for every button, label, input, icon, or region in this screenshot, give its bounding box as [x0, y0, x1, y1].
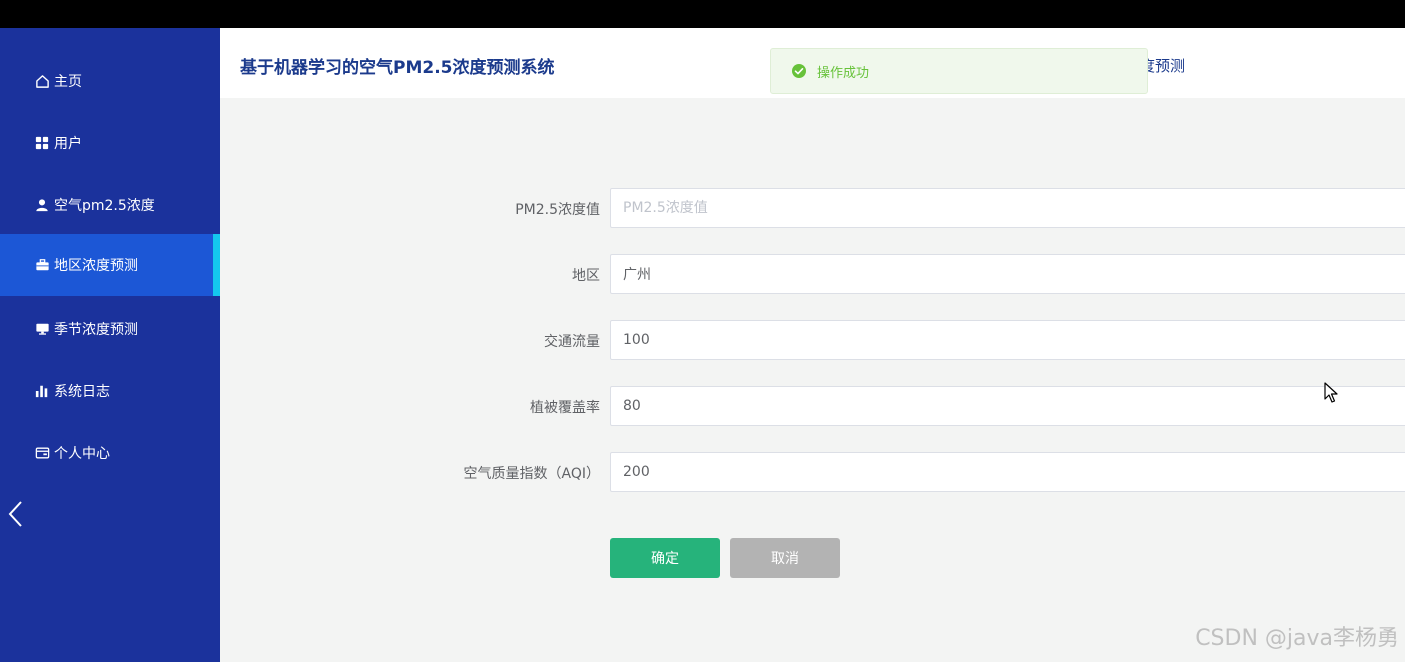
sidebar-item-label: 系统日志 — [54, 384, 110, 400]
traffic-input[interactable] — [610, 320, 1405, 360]
briefcase-icon — [34, 257, 50, 273]
traffic-label: 交通流量 — [544, 334, 600, 350]
cancel-button[interactable]: 取消 — [730, 538, 840, 578]
success-toast: 操作成功 — [770, 48, 1148, 94]
pm25-input[interactable] — [610, 188, 1405, 228]
aqi-input[interactable] — [610, 452, 1405, 492]
form-row-traffic: 交通流量 — [220, 320, 1405, 360]
user-icon — [34, 197, 50, 213]
sidebar-item-label: 空气pm2.5浓度 — [54, 198, 155, 214]
sidebar-item-label: 地区浓度预测 — [54, 258, 138, 274]
watermark: CSDN @java李杨勇 — [1195, 626, 1399, 651]
sidebar: 主页 用户 空气pm2.5浓度 地区浓度预测 季节浓度预测 系统日志 个人中心 — [0, 28, 220, 662]
page-title: 基于机器学习的空气PM2.5浓度预测系统 — [240, 58, 555, 78]
sidebar-item-system-log[interactable]: 系统日志 — [0, 360, 220, 422]
form-row-pm25: PM2.5浓度值 — [220, 188, 1405, 228]
confirm-button[interactable]: 确定 — [610, 538, 720, 578]
home-icon — [34, 73, 50, 89]
grid-icon — [34, 135, 50, 151]
sidebar-item-home[interactable]: 主页 — [0, 50, 220, 112]
mouse-cursor-icon — [1324, 382, 1338, 408]
toast-message: 操作成功 — [817, 65, 870, 81]
sidebar-item-label: 季节浓度预测 — [54, 322, 138, 338]
sidebar-item-users[interactable]: 用户 — [0, 112, 220, 174]
vegetation-input[interactable] — [610, 386, 1405, 426]
form-row-aqi: 空气质量指数（AQI） — [220, 452, 1405, 492]
sidebar-item-region-prediction[interactable]: 地区浓度预测 — [0, 234, 220, 296]
chevron-left-icon — [8, 501, 22, 527]
aqi-label: 空气质量指数（AQI） — [463, 466, 600, 482]
region-label: 地区 — [572, 268, 600, 284]
collapse-sidebar-button[interactable] — [6, 498, 26, 530]
sidebar-item-pm25[interactable]: 空气pm2.5浓度 — [0, 174, 220, 236]
wallet-icon — [34, 445, 50, 461]
form-row-region: 地区 — [220, 254, 1405, 294]
top-bar — [0, 0, 1405, 28]
monitor-icon — [34, 321, 50, 337]
vegetation-label: 植被覆盖率 — [530, 400, 600, 416]
pm25-label: PM2.5浓度值 — [515, 202, 600, 218]
region-input[interactable] — [610, 254, 1405, 294]
check-circle-icon — [791, 63, 807, 79]
sidebar-item-season-prediction[interactable]: 季节浓度预测 — [0, 298, 220, 360]
form-row-vegetation: 植被覆盖率 — [220, 386, 1405, 426]
sidebar-item-profile[interactable]: 个人中心 — [0, 422, 220, 484]
sidebar-item-label: 用户 — [54, 136, 82, 152]
bar-chart-icon — [34, 383, 50, 399]
sidebar-item-label: 个人中心 — [54, 446, 110, 462]
sidebar-item-label: 主页 — [54, 74, 82, 90]
